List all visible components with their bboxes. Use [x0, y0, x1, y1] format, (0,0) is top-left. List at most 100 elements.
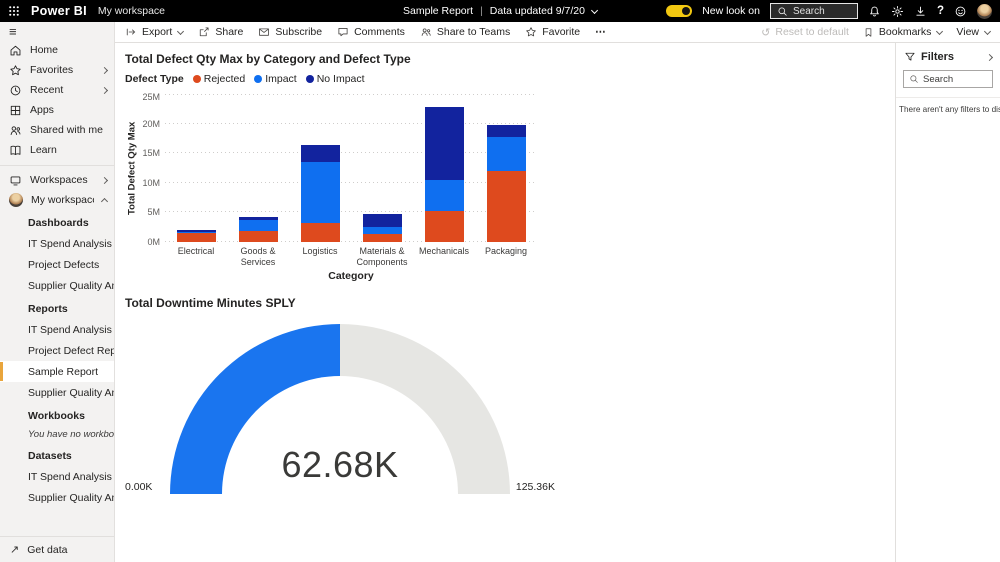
report-item[interactable]: Project Defect Report	[0, 340, 114, 361]
bar-stack	[487, 125, 526, 242]
report-item[interactable]: IT Spend Analysis S...	[0, 319, 114, 340]
bar-segment-no-impact[interactable]	[425, 107, 464, 180]
bar-segment-rejected[interactable]	[301, 223, 340, 242]
bar-segment-impact[interactable]	[425, 180, 464, 210]
chevron-right-icon	[101, 66, 108, 73]
download-icon[interactable]	[914, 5, 927, 18]
comments-button[interactable]: Comments	[337, 26, 405, 38]
gauge[interactable]: 62.68K 0.00K 125.36K	[125, 318, 555, 494]
sidebar-item-shared-with-me[interactable]: Shared with me	[0, 120, 114, 140]
dashboard-item[interactable]: IT Spend Analysis S...	[0, 233, 114, 254]
view-label: View	[956, 26, 979, 38]
bookmarks-label: Bookmarks	[879, 26, 932, 38]
gauge-title: Total Downtime Minutes SPLY	[125, 296, 895, 310]
bar-materials-components[interactable]	[351, 214, 413, 242]
share-button[interactable]: Share	[198, 26, 243, 38]
filters-search-input[interactable]	[923, 74, 987, 85]
more-options-button[interactable]: ⋯	[595, 26, 607, 38]
teams-icon	[420, 26, 432, 38]
bar-segment-no-impact[interactable]	[487, 125, 526, 137]
legend-label: Impact	[265, 73, 297, 85]
legend-label: No Impact	[317, 73, 365, 85]
legend-item-impact[interactable]: Impact	[254, 73, 297, 85]
data-updated-label: Data updated 9/7/20	[490, 5, 585, 17]
sidebar-item-recent[interactable]: Recent	[0, 80, 114, 100]
sidebar-item-my-workspace[interactable]: My workspace	[0, 190, 114, 210]
legend-item-rejected[interactable]: Rejected	[193, 73, 245, 85]
export-button[interactable]: Export	[125, 26, 183, 38]
feedback-smiley-icon[interactable]	[954, 5, 967, 18]
export-label: Export	[142, 26, 172, 38]
global-search-input[interactable]	[793, 6, 851, 17]
bar-chart-plot-area: Total Defect Qty Max 0M5M10M15M20M25M	[125, 94, 895, 242]
gauge-max-label: 125.36K	[516, 481, 555, 493]
bar-segment-rejected[interactable]	[239, 231, 278, 242]
y-axis-tick-label: 25M	[142, 92, 160, 102]
bar-packaging[interactable]	[475, 125, 537, 242]
dashboard-item[interactable]: Supplier Quality An...	[0, 275, 114, 296]
sidebar-item-favorites[interactable]: Favorites	[0, 60, 114, 80]
sidebar-item-home[interactable]: Home	[0, 40, 114, 60]
gauge-range: 0.00K 125.36K	[125, 481, 555, 493]
bar-segment-impact[interactable]	[301, 162, 340, 223]
bar-segment-no-impact[interactable]	[363, 214, 402, 228]
bar-segment-rejected[interactable]	[363, 234, 402, 242]
bar-logistics[interactable]	[289, 145, 351, 242]
bar-segment-rejected[interactable]	[487, 171, 526, 242]
collapse-nav-button[interactable]: ≡	[0, 22, 114, 40]
workspaces-icon	[9, 174, 22, 187]
sidebar-item-label: Recent	[30, 84, 94, 96]
legend-item-no-impact[interactable]: No Impact	[306, 73, 365, 85]
new-look-toggle[interactable]	[666, 5, 692, 17]
y-axis-tick-label: 10M	[142, 178, 160, 188]
report-item[interactable]: Supplier Quality An...	[0, 382, 114, 403]
sidebar-item-label: Workspaces	[30, 174, 94, 186]
x-axis: ElectricalGoods & ServicesLogisticsMater…	[165, 246, 537, 268]
bar-segment-no-impact[interactable]	[301, 145, 340, 162]
legend-dot	[193, 75, 201, 83]
bar-segment-rejected[interactable]	[177, 233, 216, 242]
sidebar-item-apps[interactable]: Apps	[0, 100, 114, 120]
report-title-bar[interactable]: Sample Report | Data updated 9/7/20	[403, 5, 597, 17]
bookmarks-button[interactable]: Bookmarks	[863, 26, 943, 38]
funnel-icon	[904, 51, 916, 63]
sidebar-item-workspaces[interactable]: Workspaces	[0, 170, 114, 190]
waffle-menu-icon[interactable]	[8, 5, 20, 17]
global-search-box[interactable]	[770, 3, 858, 19]
share-to-teams-button[interactable]: Share to Teams	[420, 26, 510, 38]
home-icon	[9, 44, 22, 57]
sidebar-item-learn[interactable]: Learn	[0, 140, 114, 160]
share-icon	[198, 26, 210, 38]
dataset-item[interactable]: IT Spend Analysis S...	[0, 466, 114, 487]
sidebar-section-dashboards: Dashboards	[0, 210, 114, 233]
help-icon[interactable]: ?	[937, 5, 944, 17]
subscribe-button[interactable]: Subscribe	[258, 26, 322, 38]
filters-search-box[interactable]	[903, 70, 993, 88]
report-item-selected[interactable]: Sample Report	[0, 361, 114, 382]
bar-mechanicals[interactable]	[413, 107, 475, 242]
topbar-actions: New look on ?	[666, 3, 992, 19]
legend-dot	[306, 75, 314, 83]
collapse-filters-icon[interactable]	[986, 53, 993, 60]
apps-icon	[9, 104, 22, 117]
bar-goods-services[interactable]	[227, 217, 289, 242]
view-button[interactable]: View	[956, 26, 990, 38]
reset-icon: ↺	[761, 26, 770, 39]
gauge-min-label: 0.00K	[125, 481, 152, 493]
chevron-right-icon	[101, 176, 108, 183]
sidebar-item-label: My workspace	[31, 194, 94, 206]
bar-segment-impact[interactable]	[239, 220, 278, 231]
topbar-workspace-link[interactable]: My workspace	[98, 5, 165, 17]
dashboard-item[interactable]: Project Defects	[0, 254, 114, 275]
settings-gear-icon[interactable]	[891, 5, 904, 18]
favorite-button[interactable]: Favorite	[525, 26, 580, 38]
bar-segment-impact[interactable]	[487, 137, 526, 171]
bar-segment-rejected[interactable]	[425, 211, 464, 242]
user-avatar[interactable]	[977, 4, 992, 19]
reset-to-default-button[interactable]: ↺ Reset to default	[761, 26, 849, 39]
notifications-icon[interactable]	[868, 5, 881, 18]
get-data-button[interactable]: ↗ Get data	[0, 536, 114, 562]
dataset-item[interactable]: Supplier Quality An...	[0, 487, 114, 508]
bar-electrical[interactable]	[165, 230, 227, 242]
reset-label: Reset to default	[775, 26, 849, 38]
